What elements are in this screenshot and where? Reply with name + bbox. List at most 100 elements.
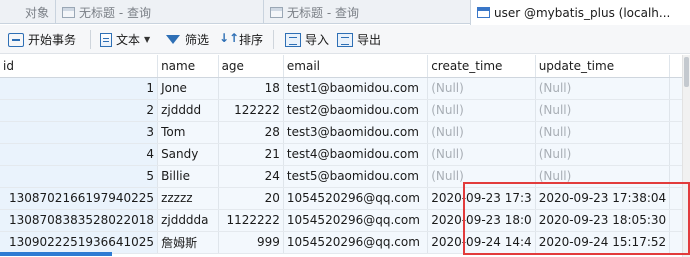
cell-update-time[interactable]: (Null) (535, 77, 671, 100)
filter-icon (166, 35, 180, 44)
sort-icon (219, 31, 239, 47)
import-button[interactable]: 导入 (285, 31, 329, 48)
cell-name[interactable]: 詹姆斯 (157, 231, 219, 254)
transaction-icon (8, 32, 24, 47)
cell-create-time[interactable]: 2020-09-23 17:3 (427, 187, 536, 210)
cell-create-time[interactable]: 2020-09-24 14:4 (427, 231, 536, 254)
text-label: 文本 (116, 33, 141, 47)
table-row[interactable]: 3 Tom 28 test3@baomidou.com (Null) (Null) (0, 121, 690, 144)
export-icon (337, 32, 353, 47)
tab-label: 无标题 - 查询 (79, 5, 151, 20)
cell-id[interactable]: 1308702166197940225 (0, 187, 159, 210)
cell-create-time[interactable]: 2020-09-23 18:0 (427, 209, 536, 232)
scrollbar-thumb[interactable] (684, 57, 689, 87)
cell-email[interactable]: 1054520296@qq.com (283, 187, 429, 210)
cell-age[interactable]: 21 (218, 143, 284, 166)
column-header-update-time[interactable]: update_time (535, 55, 671, 78)
tab-label: 无标题 - 查询 (287, 5, 359, 20)
begin-transaction-button[interactable]: 开始事务 (8, 31, 76, 48)
cell-name[interactable]: zzzzz (157, 187, 219, 210)
filter-label: 筛选 (185, 33, 210, 47)
vertical-scrollbar[interactable] (682, 55, 690, 257)
cell-email[interactable]: 1054520296@qq.com (283, 209, 429, 232)
tab-query-1[interactable]: 无标题 - 查询 (55, 0, 263, 24)
cell-create-time[interactable]: (Null) (427, 143, 536, 166)
result-table: id name age email create_time update_tim… (0, 55, 690, 254)
cell-update-time[interactable]: 2020-09-24 15:17:52 (535, 231, 671, 254)
cell-update-time[interactable]: 2020-09-23 18:05:30 (535, 209, 671, 232)
cell-id[interactable]: 4 (0, 143, 159, 166)
cell-age[interactable]: 28 (218, 121, 284, 144)
cell-name[interactable]: Billie (157, 165, 219, 188)
import-icon (285, 32, 301, 47)
cell-id[interactable]: 5 (0, 165, 159, 188)
table-row[interactable]: 4 Sandy 21 test4@baomidou.com (Null) (Null) (0, 143, 690, 166)
cell-name[interactable]: zjdddd (157, 99, 219, 122)
cell-id[interactable]: 3 (0, 121, 159, 144)
cell-age[interactable]: 999 (218, 231, 284, 254)
table-row[interactable]: 1308702166197940225 zzzzz 20 1054520296@qq.… (0, 187, 690, 210)
text-button[interactable]: 文本 ▼ (100, 31, 150, 48)
cell-age[interactable]: 1122222 (218, 209, 284, 232)
cell-age[interactable]: 18 (218, 77, 284, 100)
import-label: 导入 (305, 33, 330, 47)
cell-create-time[interactable]: (Null) (427, 121, 536, 144)
query-icon (270, 6, 283, 18)
export-button[interactable]: 导出 (337, 31, 381, 48)
cell-id[interactable]: 1309022251936641025 (0, 231, 159, 254)
cell-update-time[interactable]: (Null) (535, 165, 671, 188)
table-row[interactable]: 1308708383528022018 zjdddda 1122222 1054520… (0, 209, 690, 232)
table-row[interactable]: 1309022251936641025 詹姆斯 999 1054520296@qq.c… (0, 231, 690, 254)
filter-button[interactable]: 筛选 (166, 31, 209, 48)
tab-objects[interactable]: 对象 (0, 0, 56, 24)
sort-label: 排序 (239, 33, 264, 47)
toolbar: 开始事务 文本▼ 筛选 排序 导入 导出 (0, 25, 690, 54)
table-header-row: id name age email create_time update_tim… (0, 55, 690, 78)
cell-age[interactable]: 122222 (218, 99, 284, 122)
sort-button[interactable]: 排序 (219, 31, 263, 48)
table-row[interactable]: 2 zjdddd 122222 test2@baomidou.com (Null) (Nu… (0, 99, 690, 122)
selected-row-indicator (0, 252, 112, 256)
cell-email[interactable]: test4@baomidou.com (283, 143, 429, 166)
table-icon (477, 7, 490, 18)
tab-bar: 对象 无标题 - 查询 无标题 - 查询 user @mybatis_plus … (0, 0, 690, 25)
column-header-name[interactable]: name (157, 55, 219, 78)
column-header-email[interactable]: email (283, 55, 429, 78)
cell-email[interactable]: test3@baomidou.com (283, 121, 429, 144)
cell-name[interactable]: Tom (157, 121, 219, 144)
tab-user-table[interactable]: user @mybatis_plus (localh... (470, 0, 690, 25)
table-row[interactable]: 5 Billie 24 test5@baomidou.com (Null) (Null) (0, 165, 690, 188)
cell-email[interactable]: test5@baomidou.com (283, 165, 429, 188)
begin-transaction-label: 开始事务 (28, 33, 77, 47)
cell-name[interactable]: Sandy (157, 143, 219, 166)
tab-query-2[interactable]: 无标题 - 查询 (263, 0, 470, 24)
cell-age[interactable]: 24 (218, 165, 284, 188)
text-icon (100, 32, 112, 47)
cell-update-time[interactable]: (Null) (535, 99, 671, 122)
toolbar-divider (90, 30, 91, 49)
chevron-down-icon: ▼ (144, 35, 151, 44)
cell-email[interactable]: test1@baomidou.com (283, 77, 429, 100)
cell-create-time[interactable]: (Null) (427, 99, 536, 122)
cell-email[interactable]: 1054520296@qq.com (283, 231, 429, 254)
cell-id[interactable]: 2 (0, 99, 159, 122)
cell-update-time[interactable]: (Null) (535, 121, 671, 144)
table-row[interactable]: 1 Jone 18 test1@baomidou.com (Null) (Null) (0, 77, 690, 100)
cell-update-time[interactable]: (Null) (535, 143, 671, 166)
cell-create-time[interactable]: (Null) (427, 165, 536, 188)
tab-label: user @mybatis_plus (localh... (494, 5, 671, 20)
toolbar-divider (273, 30, 274, 49)
cell-age[interactable]: 20 (218, 187, 284, 210)
tab-label: 对象 (25, 5, 50, 20)
column-header-id[interactable]: id (0, 55, 159, 78)
cell-name[interactable]: Jone (157, 77, 219, 100)
cell-create-time[interactable]: (Null) (427, 77, 536, 100)
column-header-create-time[interactable]: create_time (427, 55, 536, 78)
cell-id[interactable]: 1308708383528022018 (0, 209, 159, 232)
data-grid: id name age email create_time update_tim… (0, 55, 690, 257)
column-header-age[interactable]: age (218, 55, 284, 78)
cell-email[interactable]: test2@baomidou.com (283, 99, 429, 122)
cell-update-time[interactable]: 2020-09-23 17:38:04 (535, 187, 671, 210)
cell-name[interactable]: zjdddda (157, 209, 219, 232)
cell-id[interactable]: 1 (0, 77, 159, 100)
